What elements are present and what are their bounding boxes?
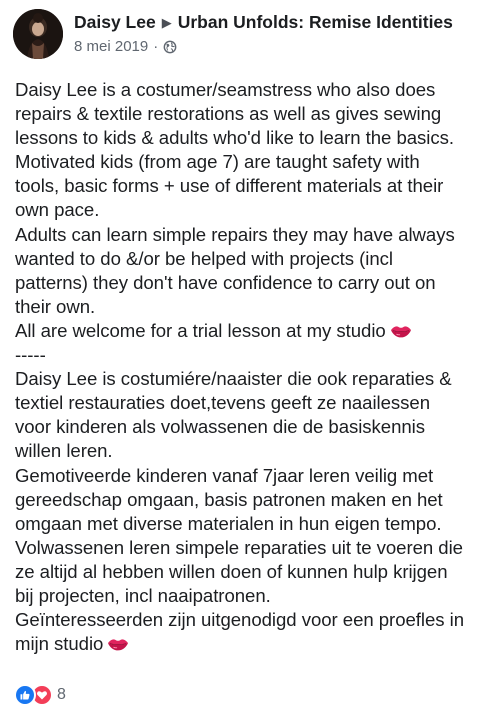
post-text-segment: Motivated kids (from age 7) are taught s… bbox=[15, 151, 420, 173]
post-text-segment: bij projecten, incl naaipatronen. bbox=[15, 584, 271, 606]
post-text-segment: ----- bbox=[15, 344, 46, 366]
post-text-line: tools, basic forms + use of different ma… bbox=[15, 174, 493, 198]
post-meta: 8 mei 2019 · bbox=[74, 38, 453, 56]
post-text-line: wanted to do &/or be helped with project… bbox=[15, 247, 493, 271]
post-text: Daisy Lee is a costumer/seamstress who a… bbox=[15, 78, 493, 656]
post-text-segment: lessons to kids & adults who'd like to l… bbox=[15, 127, 454, 149]
post-text-segment: patterns) they don't have confidence to … bbox=[15, 271, 436, 293]
arrow-right-icon: ▶ bbox=[161, 15, 172, 30]
post-date[interactable]: 8 mei 2019 bbox=[74, 38, 148, 56]
post-text-line: bij projecten, incl naaipatronen. bbox=[15, 584, 493, 608]
post-text-line: ----- bbox=[15, 343, 493, 367]
post-text-line: Motivated kids (from age 7) are taught s… bbox=[15, 150, 493, 174]
reactions-bar[interactable]: 8 bbox=[14, 684, 66, 705]
post-text-line: Gemotiveerde kinderen vanaf 7jaar leren … bbox=[15, 464, 493, 488]
post-text-line: lessons to kids & adults who'd like to l… bbox=[15, 126, 493, 150]
post-text-line: their own. bbox=[15, 295, 493, 319]
post-text-line: All are welcome for a trial lesson at my… bbox=[15, 319, 493, 343]
post-text-segment: Adults can learn simple repairs they may… bbox=[15, 223, 455, 245]
post-header: Daisy Lee ▶ Urban Unfolds: Remise Identiti… bbox=[13, 9, 493, 65]
meta-separator: · bbox=[153, 38, 159, 55]
post-text-segment: their own. bbox=[15, 295, 96, 317]
reaction-count[interactable]: 8 bbox=[57, 686, 66, 704]
post-text-segment: repairs & textile restorations as well a… bbox=[15, 103, 442, 125]
post-title: Daisy Lee ▶ Urban Unfolds: Remise Identiti… bbox=[74, 11, 453, 35]
post-text-line: patterns) they don't have confidence to … bbox=[15, 271, 493, 295]
post-text-segment: mijn studio bbox=[15, 633, 104, 655]
post-text-line: mijn studio bbox=[15, 632, 493, 656]
post-text-line: Daisy Lee is a costumer/seamstress who a… bbox=[15, 78, 493, 102]
post-text-segment: textiel restauraties doet,tevens geeft z… bbox=[15, 392, 430, 414]
post-text-segment: voor kinderen als volwassenen die de bas… bbox=[15, 416, 426, 438]
post-text-line: repairs & textile restorations as well a… bbox=[15, 102, 493, 126]
post-text-segment: omgaan met diverse materialen in hun eig… bbox=[15, 512, 442, 534]
post-text-segment: All are welcome for a trial lesson at my… bbox=[15, 319, 386, 341]
post-text-line: Geïnteresseerden zijn uitgenodigd voor e… bbox=[15, 608, 493, 632]
post-text-line: voor kinderen als volwassenen die de bas… bbox=[15, 415, 493, 439]
kiss-lips-icon bbox=[108, 639, 129, 651]
post-text-segment: gereedschap omgaan, basis patronen maken… bbox=[15, 488, 443, 510]
kiss-lips-icon bbox=[390, 326, 411, 338]
avatar-image bbox=[13, 9, 63, 59]
post-text-segment: ze altijd al hebben willen doen of kunne… bbox=[15, 560, 448, 582]
post-text-segment: own pace. bbox=[15, 199, 100, 221]
post-text-segment: Volwassenen leren simpele reparaties uit… bbox=[15, 536, 463, 558]
post-text-segment: tools, basic forms + use of different ma… bbox=[15, 175, 444, 197]
post-text-segment: Geïnteresseerden zijn uitgenodigd voor e… bbox=[15, 609, 465, 631]
post-text-line: Daisy Lee is costumiére/naaister die ook… bbox=[15, 367, 493, 391]
post-text-segment: Daisy Lee is costumiére/naaister die ook… bbox=[15, 368, 452, 390]
like-icon bbox=[14, 684, 36, 705]
post-text-line: gereedschap omgaan, basis patronen maken… bbox=[15, 488, 493, 512]
post-text-segment: wanted to do &/or be helped with project… bbox=[15, 247, 394, 269]
post-text-segment: Gemotiveerde kinderen vanaf 7jaar leren … bbox=[15, 464, 434, 486]
post-text-line: Volwassenen leren simpele reparaties uit… bbox=[15, 536, 493, 560]
post-text-line: Adults can learn simple repairs they may… bbox=[15, 223, 493, 247]
group-name[interactable]: Urban Unfolds: Remise Identities bbox=[178, 12, 453, 32]
globe-icon[interactable] bbox=[163, 40, 177, 54]
post-text-segment: willen leren. bbox=[15, 440, 113, 462]
post-text-line: own pace. bbox=[15, 198, 493, 222]
post-text-line: omgaan met diverse materialen in hun eig… bbox=[15, 512, 493, 536]
author-avatar[interactable] bbox=[13, 9, 63, 59]
post-text-line: willen leren. bbox=[15, 439, 493, 463]
post-text-line: ze altijd al hebben willen doen of kunne… bbox=[15, 560, 493, 584]
post-text-line: textiel restauraties doet,tevens geeft z… bbox=[15, 391, 493, 415]
post-text-segment: Daisy Lee is a costumer/seamstress who a… bbox=[15, 79, 436, 100]
header-text: Daisy Lee ▶ Urban Unfolds: Remise Identiti… bbox=[74, 11, 453, 56]
author-name[interactable]: Daisy Lee bbox=[74, 12, 156, 32]
